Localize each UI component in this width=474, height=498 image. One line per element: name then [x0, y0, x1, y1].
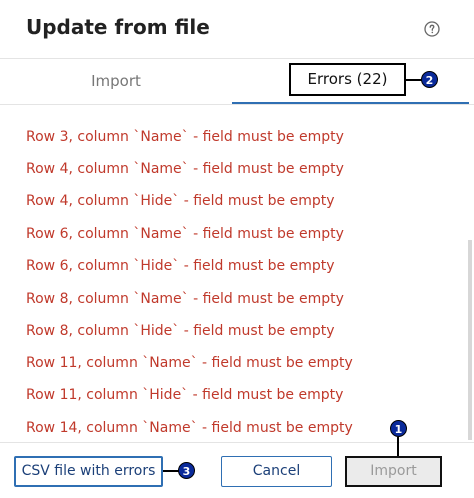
error-item: Row 4, column `Name` - field must be emp… — [26, 161, 344, 177]
marker-1-connector — [397, 437, 399, 456]
error-item: Row 3, column `Name` - field must be emp… — [26, 129, 344, 145]
error-item: Row 11, column `Hide` - field must be em… — [26, 387, 344, 403]
tab-errors[interactable]: Errors (22) — [289, 63, 406, 96]
error-item: Row 6, column `Hide` - field must be emp… — [26, 258, 335, 274]
dialog-title: Update from file — [26, 15, 210, 39]
footer-divider — [0, 442, 474, 443]
update-from-file-dialog: Update from file Import Errors (22) 2 Ro… — [0, 0, 474, 498]
error-item: Row 6, column `Name` - field must be emp… — [26, 226, 344, 242]
annotation-marker-1: 1 — [390, 420, 407, 437]
error-item: Row 8, column `Hide` - field must be emp… — [26, 323, 335, 339]
import-button[interactable]: Import — [345, 456, 442, 487]
scrollbar-thumb[interactable] — [468, 240, 472, 440]
marker-3-connector — [163, 470, 179, 472]
error-item: Row 4, column `Hide` - field must be emp… — [26, 193, 335, 209]
dialog-header: Update from file — [0, 0, 474, 58]
error-item: Row 8, column `Name` - field must be emp… — [26, 291, 344, 307]
error-item: Row 14, column `Name` - field must be em… — [26, 420, 353, 436]
cancel-button[interactable]: Cancel — [221, 456, 332, 487]
csv-file-with-errors-button[interactable]: CSV file with errors — [14, 456, 163, 487]
annotation-marker-2: 2 — [421, 71, 438, 88]
tab-import[interactable]: Import — [0, 59, 232, 104]
annotation-marker-3: 3 — [178, 462, 195, 479]
help-circle-icon[interactable] — [424, 21, 440, 37]
error-list: Row 3, column `Name` - field must be emp… — [0, 105, 466, 442]
error-item: Row 11, column `Name` - field must be em… — [26, 355, 353, 371]
marker-2-connector — [406, 79, 422, 81]
